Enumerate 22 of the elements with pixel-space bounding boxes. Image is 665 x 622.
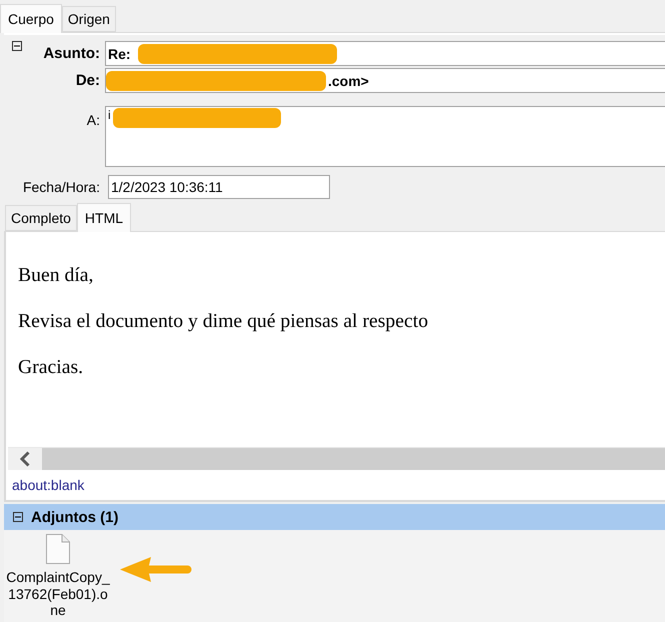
sender-field[interactable]: .com> — [105, 68, 665, 93]
subject-field[interactable]: Re: — [105, 41, 665, 66]
recipient-field[interactable]: i — [105, 106, 665, 167]
file-name[interactable]: ComplaintCopy_13762(Feb01).one — [5, 569, 111, 618]
subject-label: Asunto: — [43, 45, 100, 62]
sender-label: De: — [76, 72, 100, 89]
tab[interactable]: HTML — [76, 203, 132, 232]
recipient-label: A: — [86, 112, 100, 128]
date-field[interactable]: 1/2/2023 10:36:11 — [108, 175, 330, 199]
date-label: Fecha/Hora: — [22, 179, 100, 195]
tab[interactable]: Cuerpo — [0, 4, 62, 33]
chevron-left-icon — [19, 451, 31, 467]
attachments-title: Adjuntos (1) — [31, 508, 118, 526]
body-text: Buen día, — [18, 265, 94, 285]
status-text: about:blank — [11, 476, 84, 495]
scroll-left-button[interactable] — [8, 448, 42, 470]
collapse-icon[interactable] — [12, 41, 22, 51]
tab[interactable]: Origen — [62, 6, 116, 32]
tab[interactable]: Completo — [5, 205, 77, 231]
body-text: Revisa el documento y dime qué piensas al respecto — [18, 311, 428, 331]
body-text: Gracias. — [18, 357, 84, 377]
collapse-icon[interactable] — [13, 512, 23, 522]
